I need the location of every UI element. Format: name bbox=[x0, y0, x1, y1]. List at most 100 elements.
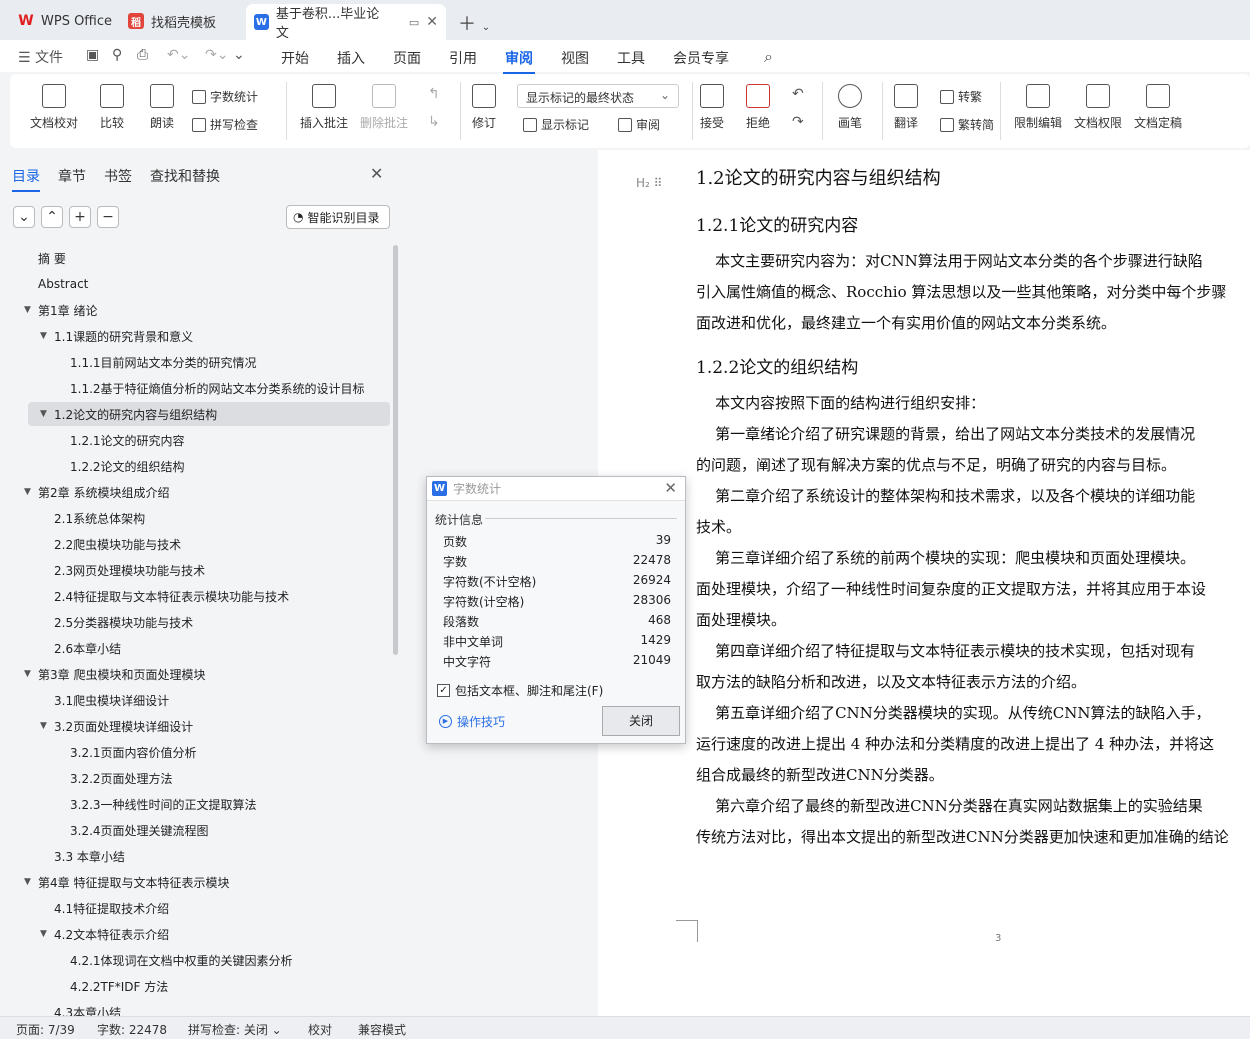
search-icon[interactable]: ⌕ bbox=[764, 47, 773, 67]
toc-item[interactable]: 4.1特征提取技术介绍 bbox=[54, 896, 169, 920]
to-simplified-button[interactable]: 繁转简 bbox=[940, 116, 994, 133]
new-tab-plus-icon[interactable]: ＋ ⌄ bbox=[458, 10, 490, 36]
toc-item[interactable]: 2.5分类器模块功能与技术 bbox=[54, 610, 193, 634]
doc-permission-button[interactable]: 文档权限 bbox=[1074, 84, 1122, 131]
toc-item[interactable]: ▼ 第1章 绪论 bbox=[24, 298, 97, 322]
toc-item[interactable]: ▼ 4.2文本特征表示介绍 bbox=[40, 922, 169, 946]
delete-comment-button[interactable]: 删除批注 bbox=[360, 84, 408, 131]
word-count-indicator[interactable]: 字数: 22478 bbox=[97, 1021, 167, 1038]
document-page[interactable]: H₂ ⠿ 1.2论文的研究内容与组织结构 1.2.1论文的研究内容 本文主要研究内… bbox=[598, 150, 1250, 1016]
share-icon[interactable]: ⚲ bbox=[112, 47, 122, 63]
chevron-down-icon[interactable]: ▼ bbox=[24, 487, 38, 497]
chevron-down-icon[interactable]: ▼ bbox=[40, 721, 54, 731]
chevron-down-icon[interactable]: ▼ bbox=[40, 409, 54, 419]
next-comment-icon[interactable]: ↳ bbox=[428, 114, 440, 130]
collapse-icon[interactable]: ⌄ bbox=[13, 206, 35, 228]
file-menu[interactable]: ☰ 文件 bbox=[18, 47, 63, 67]
dialog-titlebar[interactable]: W 字数统计 ✕ bbox=[427, 477, 685, 501]
toc-item[interactable]: ▼ 1.2论文的研究内容与组织结构 bbox=[28, 402, 390, 426]
word-count-button[interactable]: 字数统计 bbox=[192, 88, 258, 105]
toc-item[interactable]: 摘 要 bbox=[38, 246, 66, 270]
close-icon[interactable]: ✕ bbox=[426, 14, 438, 30]
insert-comment-button[interactable]: 插入批注 bbox=[300, 84, 348, 131]
toc-item[interactable]: 4.2.1体现词在文档中权重的关键因素分析 bbox=[70, 948, 293, 972]
save-icon[interactable]: ▣ bbox=[86, 47, 99, 63]
window-mode-icon[interactable]: ▭ bbox=[409, 16, 419, 29]
menu-view[interactable]: 视图 bbox=[561, 48, 589, 68]
toc-item[interactable]: 3.2.3一种线性时间的正文提取算法 bbox=[70, 792, 257, 816]
close-button[interactable]: 关闭 bbox=[602, 706, 680, 736]
chevron-down-icon[interactable]: ▼ bbox=[24, 877, 38, 887]
expand-icon[interactable]: ⌃ bbox=[41, 206, 63, 228]
page-indicator[interactable]: 页面: 7/39 bbox=[16, 1021, 75, 1038]
toc-item[interactable]: 1.2.2论文的组织结构 bbox=[70, 454, 185, 478]
nav-tab-toc[interactable]: 目录 bbox=[12, 166, 40, 192]
accept-button[interactable]: 接受 bbox=[700, 84, 724, 131]
toc-item[interactable]: 2.2爬虫模块功能与技术 bbox=[54, 532, 181, 556]
smart-toc-button[interactable]: ◔ 智能识别目录 bbox=[286, 205, 390, 229]
toc-item[interactable]: 3.1爬虫模块详细设计 bbox=[54, 688, 169, 712]
toc-scrollbar[interactable] bbox=[393, 245, 398, 655]
spell-check-button[interactable]: 拼写检查 bbox=[192, 116, 258, 133]
toc-item[interactable]: 1.1.1目前网站文本分类的研究情况 bbox=[70, 350, 257, 374]
add-heading-icon[interactable]: + bbox=[69, 206, 91, 228]
tab-wps-office[interactable]: W WPS Office bbox=[10, 6, 120, 36]
read-aloud-button[interactable]: 朗读 bbox=[150, 84, 174, 131]
toc-item[interactable]: 3.2.1页面内容价值分析 bbox=[70, 740, 197, 764]
reject-button[interactable]: 拒绝 bbox=[746, 84, 770, 131]
chevron-down-icon[interactable]: ▼ bbox=[40, 331, 54, 341]
toc-item[interactable]: ▼ 第4章 特征提取与文本特征表示模块 bbox=[24, 870, 229, 894]
more-dropdown-icon[interactable]: ⌄ bbox=[233, 47, 245, 63]
next-revision-icon[interactable]: ↷ bbox=[792, 114, 804, 130]
chevron-down-icon[interactable]: ▼ bbox=[40, 929, 54, 939]
markup-state-dropdown[interactable]: 显示标记的最终状态 ⌄ bbox=[517, 84, 679, 108]
nav-tab-bookmark[interactable]: 书签 bbox=[104, 166, 132, 186]
toc-item[interactable]: ▼ 第2章 系统模块组成介绍 bbox=[24, 480, 169, 504]
proofread-button[interactable]: 文档校对 bbox=[30, 84, 78, 131]
nav-tab-chapter[interactable]: 章节 bbox=[58, 166, 86, 186]
toc-item[interactable]: 1.2.1论文的研究内容 bbox=[70, 428, 185, 452]
toc-item[interactable]: 3.2.2页面处理方法 bbox=[70, 766, 173, 790]
to-traditional-button[interactable]: 转繁 bbox=[940, 88, 982, 105]
toc-item[interactable]: ▼ 第3章 爬虫模块和页面处理模块 bbox=[24, 662, 205, 686]
toc-item[interactable]: ▼ 1.1课题的研究背景和意义 bbox=[40, 324, 193, 348]
redo-icon[interactable]: ↷⌄ bbox=[205, 47, 228, 63]
print-preview-icon[interactable]: ⎙ bbox=[137, 47, 148, 63]
remove-heading-icon[interactable]: − bbox=[97, 206, 119, 228]
tab-docer-template[interactable]: 稻 找稻壳模板 bbox=[120, 6, 224, 36]
close-icon[interactable]: ✕ bbox=[664, 479, 677, 497]
close-icon[interactable]: ✕ bbox=[370, 164, 383, 183]
toc-item[interactable]: 3.3 本章小结 bbox=[54, 844, 125, 868]
menu-page[interactable]: 页面 bbox=[393, 48, 421, 68]
compare-button[interactable]: 比较 bbox=[100, 84, 124, 131]
toc-item[interactable]: 2.6本章小结 bbox=[54, 636, 121, 660]
prev-comment-icon[interactable]: ↰ bbox=[428, 86, 440, 102]
pen-button[interactable]: 画笔 bbox=[838, 84, 862, 131]
toc-item[interactable]: ▼ 3.2页面处理模块详细设计 bbox=[40, 714, 193, 738]
nav-tab-find-replace[interactable]: 查找和替换 bbox=[150, 166, 220, 186]
tab-document[interactable]: W 基于卷积...毕业论文 ▭ ✕ bbox=[246, 4, 446, 41]
toc-item[interactable]: 2.1系统总体架构 bbox=[54, 506, 145, 530]
chevron-down-icon[interactable]: ▼ bbox=[24, 305, 38, 315]
toc-item[interactable]: 2.3网页处理模块功能与技术 bbox=[54, 558, 205, 582]
toc-item[interactable]: 1.1.2基于特征熵值分析的网站文本分类系统的设计目标 bbox=[70, 376, 365, 400]
review-pane-button[interactable]: 审阅 bbox=[618, 116, 660, 133]
chevron-down-icon[interactable]: ▼ bbox=[24, 669, 38, 679]
undo-icon[interactable]: ↶⌄ bbox=[167, 47, 190, 63]
menu-tools[interactable]: 工具 bbox=[617, 48, 645, 68]
proof-status[interactable]: 校对 bbox=[308, 1021, 332, 1038]
translate-button[interactable]: 翻译 bbox=[894, 84, 918, 131]
menu-start[interactable]: 开始 bbox=[281, 48, 309, 68]
menu-reference[interactable]: 引用 bbox=[449, 48, 477, 68]
tips-link[interactable]: ▶ 操作技巧 bbox=[439, 713, 505, 730]
menu-insert[interactable]: 插入 bbox=[337, 48, 365, 68]
restrict-edit-button[interactable]: 限制编辑 bbox=[1014, 84, 1062, 131]
show-markup-button[interactable]: 显示标记 bbox=[523, 116, 589, 133]
toc-item[interactable]: 3.2.4页面处理关键流程图 bbox=[70, 818, 209, 842]
toc-item[interactable]: 2.4特征提取与文本特征表示模块功能与技术 bbox=[54, 584, 289, 608]
revise-button[interactable]: 修订 bbox=[472, 84, 496, 131]
spell-check-status[interactable]: 拼写检查: 关闭 ⌄ bbox=[188, 1021, 282, 1038]
finalize-button[interactable]: 文档定稿 bbox=[1134, 84, 1182, 131]
menu-review[interactable]: 审阅 bbox=[503, 48, 535, 74]
menu-member[interactable]: 会员专享 bbox=[673, 48, 729, 68]
